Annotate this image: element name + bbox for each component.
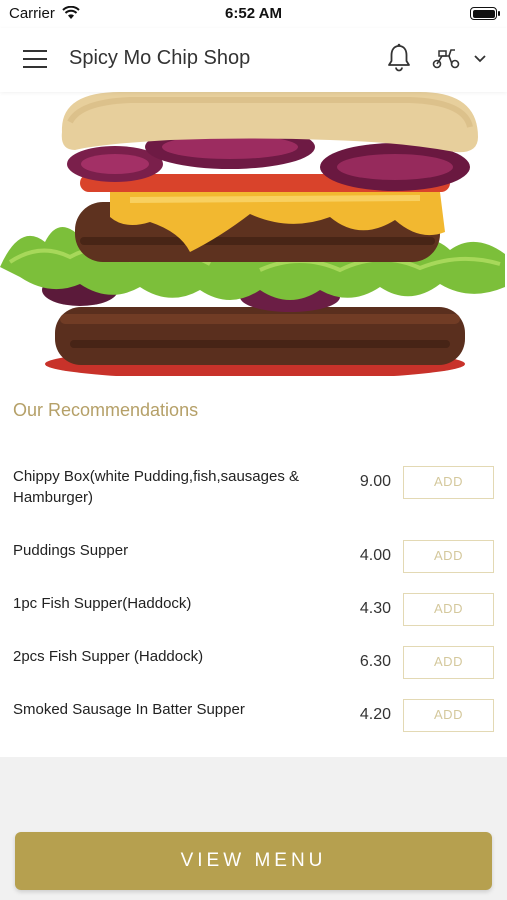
view-menu-button[interactable]: VIEW MENU: [15, 832, 492, 890]
item-price: 6.30: [359, 653, 391, 670]
bell-icon[interactable]: [386, 43, 412, 73]
hero-burger-image: [0, 92, 507, 376]
add-button[interactable]: ADD: [403, 699, 494, 732]
item-price: 9.00: [359, 473, 391, 490]
item-price: 4.20: [359, 706, 391, 723]
hamburger-menu-icon[interactable]: [23, 50, 47, 68]
item-price: 4.30: [359, 600, 391, 617]
item-name: Smoked Sausage In Batter Supper: [13, 701, 245, 718]
add-button[interactable]: ADD: [403, 540, 494, 573]
scooter-icon[interactable]: [431, 46, 461, 70]
item-name: 1pc Fish Supper(Haddock): [13, 595, 192, 612]
item-price: 4.00: [359, 547, 391, 564]
status-bar: Carrier 6:52 AM: [0, 0, 507, 28]
item-name: Chippy Box(white Pudding,fish,sausages &…: [13, 468, 299, 506]
battery-icon: [470, 7, 500, 20]
item-name: 2pcs Fish Supper (Haddock): [13, 648, 204, 665]
add-button[interactable]: ADD: [403, 593, 494, 626]
item-name: Puddings Supper: [13, 542, 129, 559]
add-button[interactable]: ADD: [403, 466, 494, 499]
clock: 6:52 AM: [225, 5, 282, 22]
shop-title: Spicy Mo Chip Shop: [69, 47, 251, 69]
add-button[interactable]: ADD: [403, 646, 494, 679]
chevron-down-icon[interactable]: [473, 54, 487, 64]
recommendations-title: Our Recommendations: [13, 400, 199, 420]
app-header: Spicy Mo Chip Shop: [0, 28, 507, 92]
